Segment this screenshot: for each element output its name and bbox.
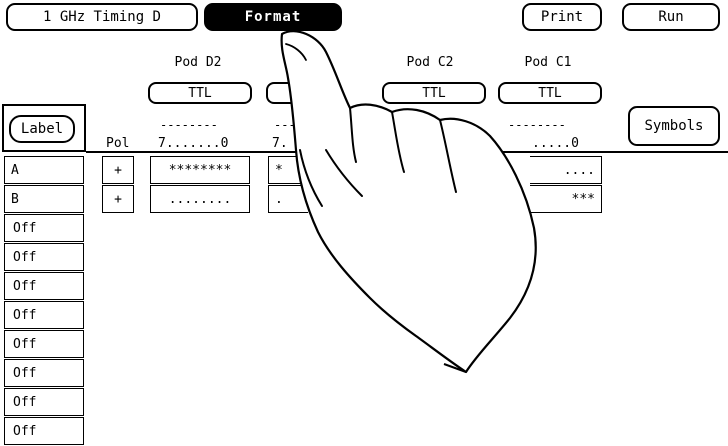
- pointing-hand-icon: [280, 30, 537, 374]
